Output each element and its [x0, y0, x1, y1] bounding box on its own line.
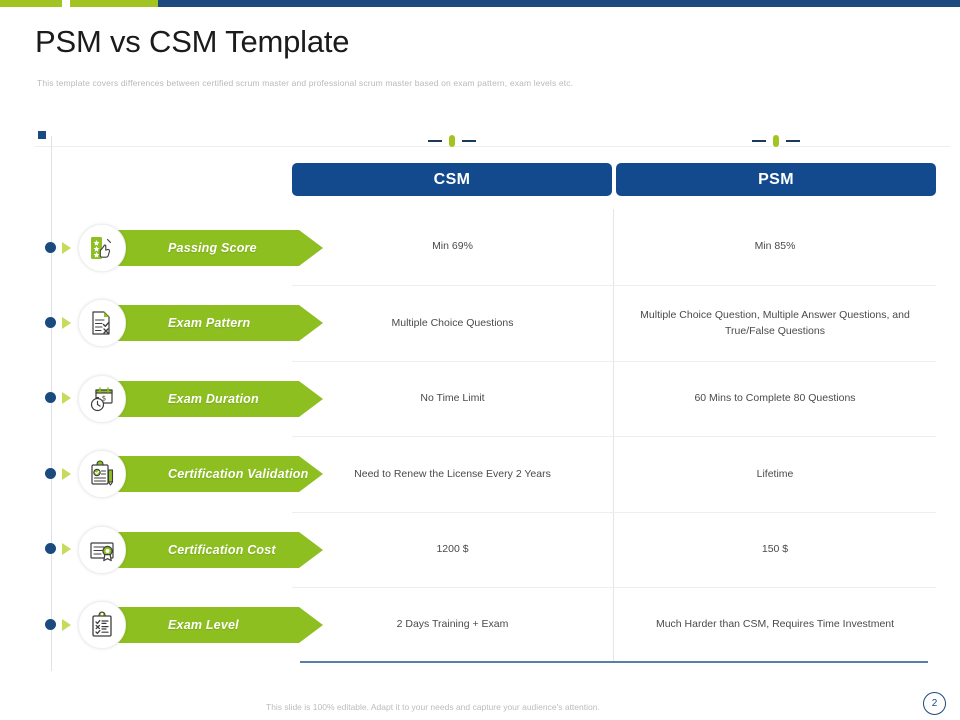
rail-dot-4: [45, 468, 56, 479]
rail-arrow-3: [62, 392, 71, 404]
rail-dot-6: [45, 619, 56, 630]
scorecard-stars-hand-icon: [78, 224, 126, 272]
cell-psm-exam-duration: 60 Mins to Complete 80 Questions: [694, 392, 856, 405]
marker-dash-right: [462, 140, 476, 142]
column-header-psm-label: PSM: [758, 170, 794, 188]
left-rail-line: [51, 136, 52, 671]
page-number-badge: 2: [923, 692, 946, 715]
row-label-text: Certification Validation: [168, 467, 309, 481]
page-subtitle: This template covers differences between…: [37, 78, 574, 88]
table-row-label-passing-score[interactable]: Passing Score: [78, 224, 323, 272]
rail-arrow-4: [62, 468, 71, 480]
chevron-shape: Exam Duration: [105, 381, 323, 417]
cell-csm-exam-pattern: Multiple Choice Questions: [391, 316, 514, 329]
cell-csm-certification-validation: Need to Renew the License Every 2 Years: [354, 467, 551, 480]
chevron-shape: Exam Level: [105, 607, 323, 643]
marker-dash-right: [786, 140, 800, 142]
cell-psm-certification-validation: Lifetime: [756, 467, 794, 480]
table-row-label-exam-level[interactable]: Exam Level: [78, 601, 323, 649]
cell-csm-exam-duration: No Time Limit: [420, 392, 485, 405]
cell-csm-exam-level: 2 Days Training + Exam: [396, 618, 509, 631]
row-label-text: Exam Duration: [168, 392, 259, 406]
cell-psm-exam-pattern: Multiple Choice Question, Multiple Answe…: [640, 309, 910, 337]
rail-dot-5: [45, 543, 56, 554]
rail-dot-3: [45, 392, 56, 403]
rail-arrow-2: [62, 317, 71, 329]
header-divider-line: [35, 146, 950, 147]
chevron-shape: Exam Pattern: [105, 305, 323, 341]
chevron-shape: Certification Cost: [105, 532, 323, 568]
chevron-shape: Certification Validation: [105, 456, 323, 492]
document-checklist-icon: [78, 299, 126, 347]
marker-dot: [773, 135, 779, 147]
marker-dash-left: [428, 140, 442, 142]
rail-dot-2: [45, 317, 56, 328]
footer-note: This slide is 100% editable. Adapt it to…: [266, 702, 600, 712]
column-marker-csm: [422, 133, 482, 147]
chevron-shape: Passing Score: [105, 230, 323, 266]
column-header-csm-label: CSM: [433, 170, 471, 188]
table-row-label-exam-pattern[interactable]: Exam Pattern: [78, 299, 323, 347]
row-label-text: Exam Level: [168, 618, 239, 632]
stopwatch-calendar-icon: $: [78, 375, 126, 423]
certificate-award-icon: [78, 526, 126, 574]
column-header-psm[interactable]: PSM: [616, 163, 936, 196]
rail-dot-1: [45, 242, 56, 253]
marker-dash-left: [752, 140, 766, 142]
cell-csm-passing-score: Min 69%: [432, 240, 473, 253]
topbar-green-segment-right: [70, 0, 158, 7]
page-title: PSM vs CSM Template: [35, 24, 350, 59]
row-label-text: Exam Pattern: [168, 316, 251, 330]
table-row-label-certification-validation[interactable]: Certification Validation: [78, 450, 323, 498]
table-row-label-certification-cost[interactable]: Certification Cost: [78, 526, 323, 574]
column-header-csm[interactable]: CSM: [292, 163, 612, 196]
topbar-blue-segment: [158, 0, 960, 7]
clipboard-approved-pencil-icon: [78, 450, 126, 498]
marker-dot: [449, 135, 455, 147]
cell-csm-certification-cost: 1200 $: [436, 543, 469, 556]
left-rail-square-marker: [38, 131, 46, 139]
top-decorative-bar: [0, 0, 960, 7]
row-label-text: Certification Cost: [168, 543, 276, 557]
column-marker-psm: [746, 133, 806, 147]
clipboard-checklist-icon: [78, 601, 126, 649]
cell-psm-certification-cost: 150 $: [761, 543, 789, 556]
table-row-label-exam-duration[interactable]: Exam Duration $: [78, 375, 323, 423]
cell-psm-passing-score: Min 85%: [754, 240, 796, 253]
rail-arrow-1: [62, 242, 71, 254]
rail-arrow-5: [62, 543, 71, 555]
topbar-green-segment-left: [0, 0, 62, 7]
cell-psm-exam-level: Much Harder than CSM, Requires Time Inve…: [655, 618, 895, 631]
rail-arrow-6: [62, 619, 71, 631]
row-label-text: Passing Score: [168, 241, 257, 255]
